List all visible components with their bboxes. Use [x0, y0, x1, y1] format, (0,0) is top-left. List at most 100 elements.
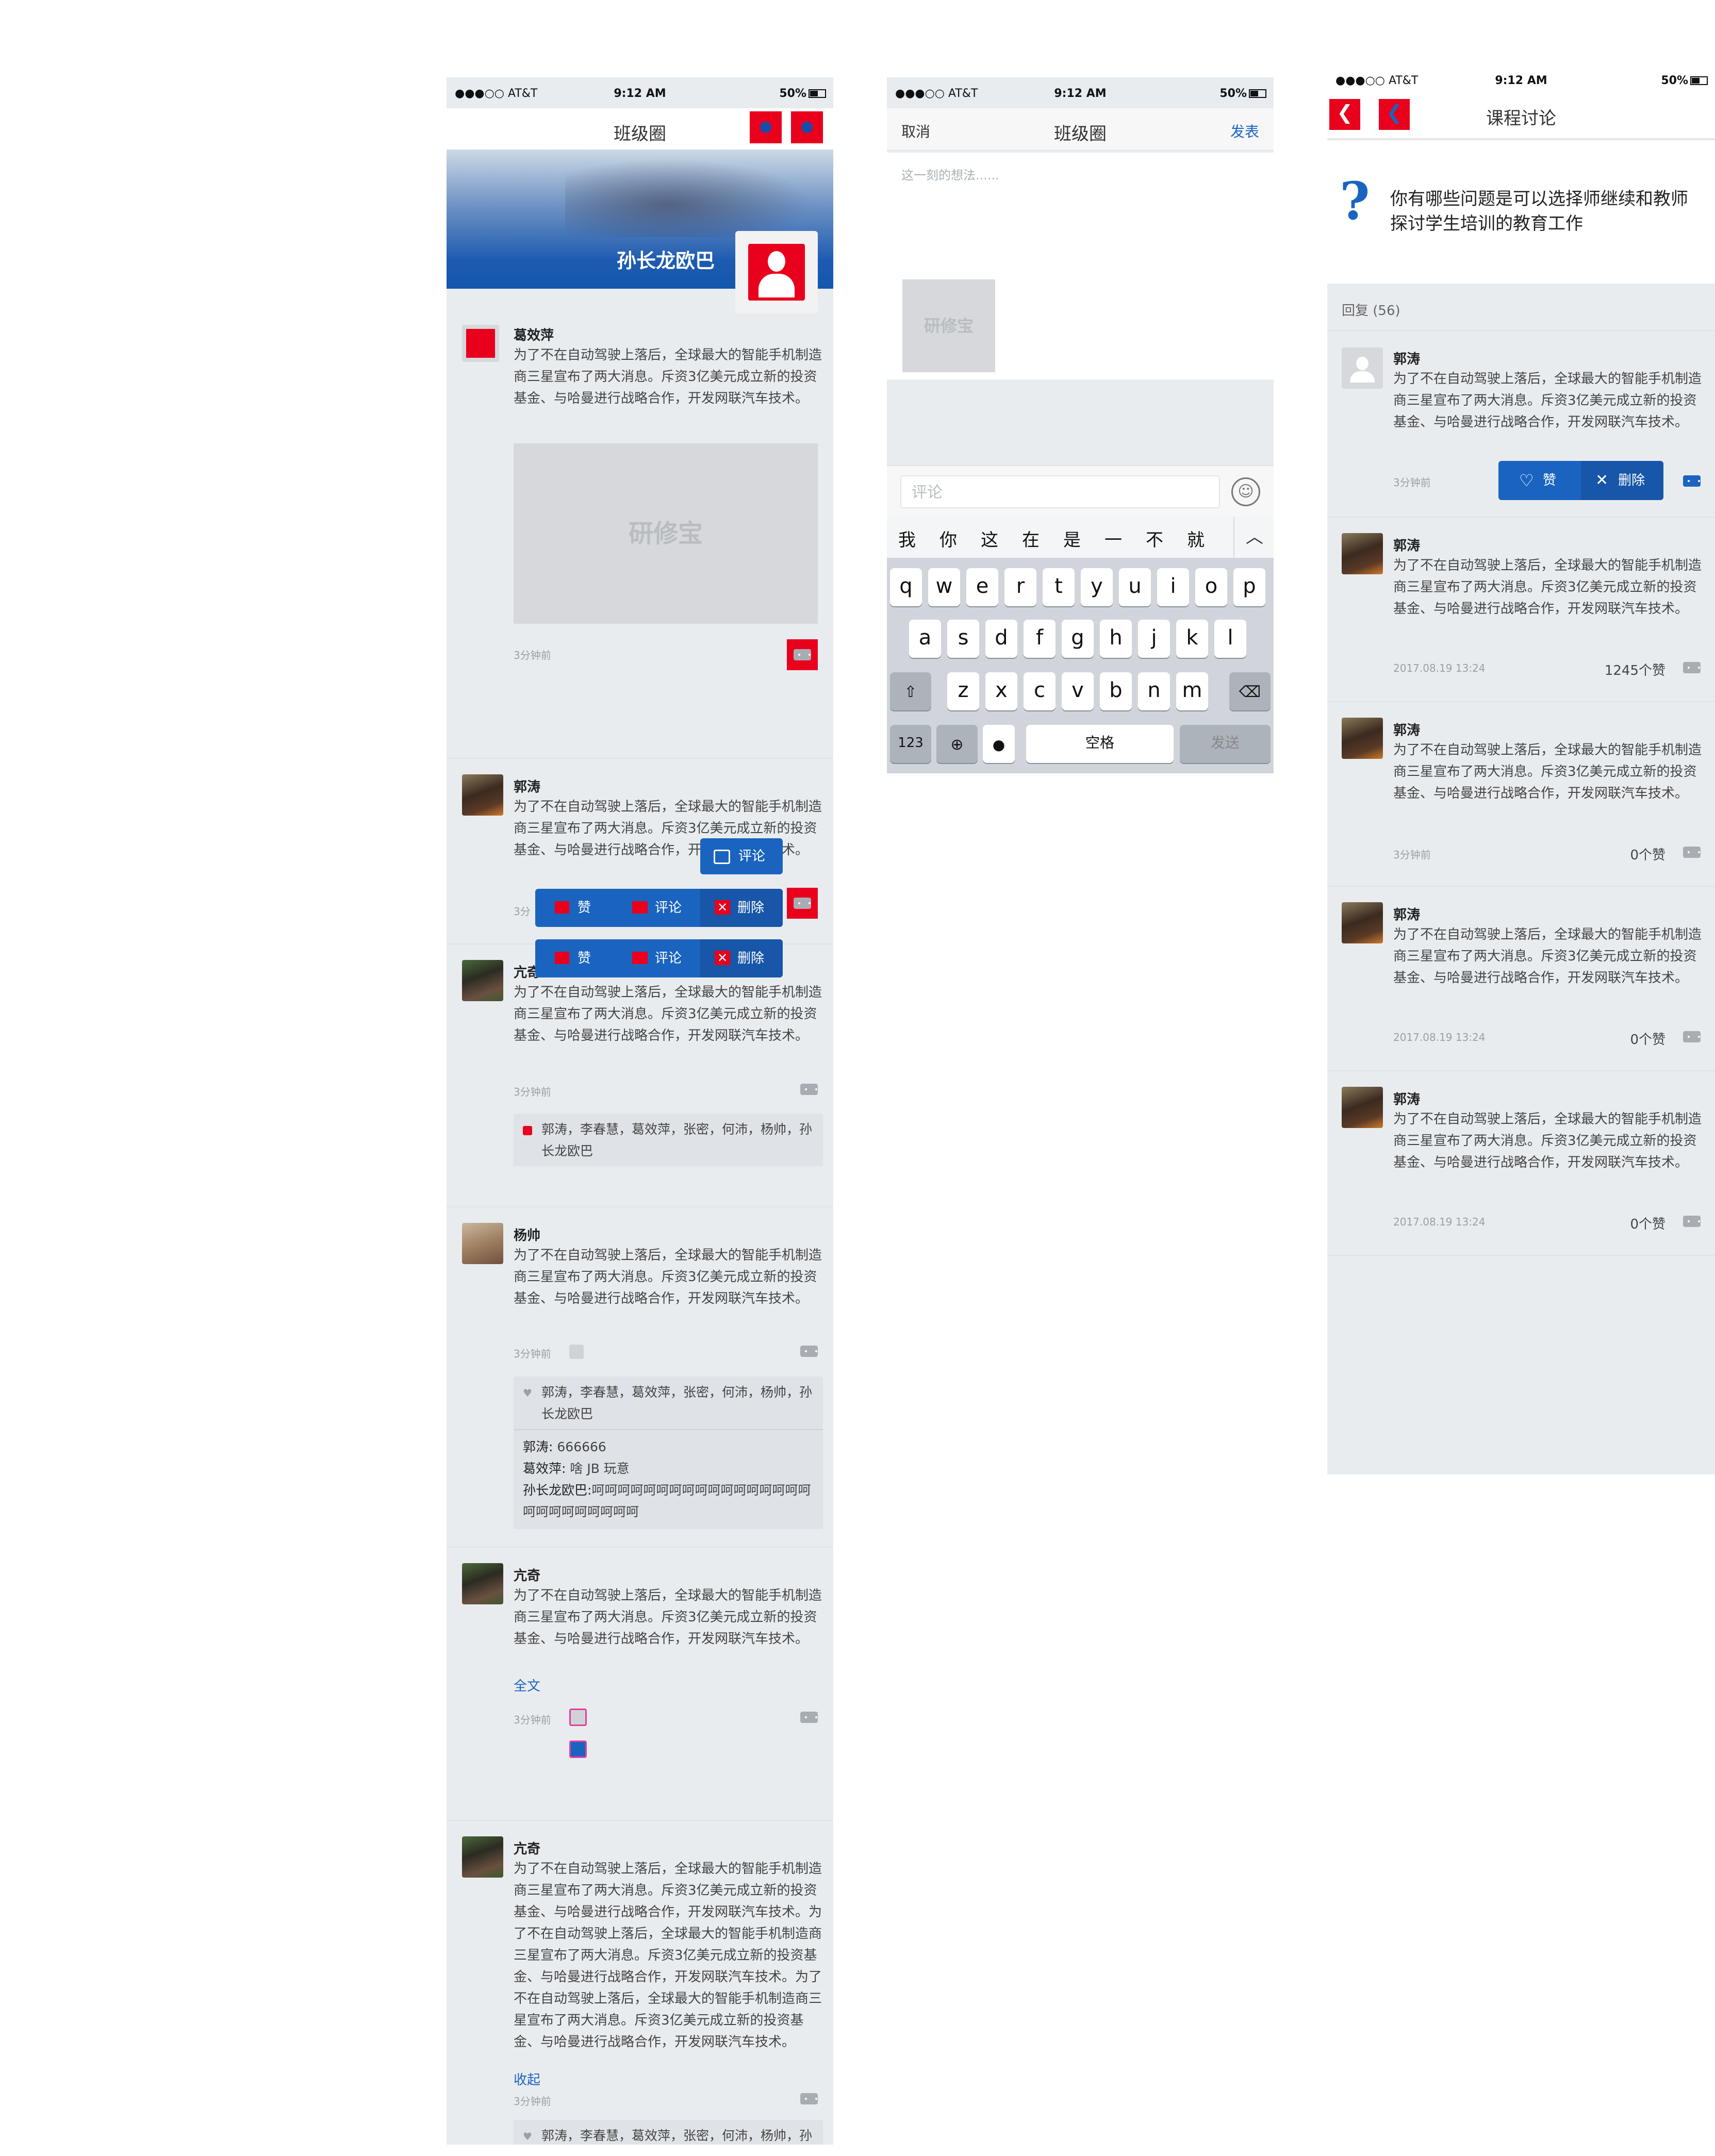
key[interactable]: z [947, 672, 979, 710]
key[interactable]: h [1100, 620, 1132, 658]
candidate[interactable]: 我 [898, 526, 916, 551]
avatar[interactable] [462, 1223, 503, 1264]
key[interactable]: n [1138, 672, 1170, 710]
key[interactable]: t [1043, 568, 1075, 606]
publish-button[interactable]: 发表 [1230, 121, 1259, 141]
comment-button[interactable] [1683, 662, 1701, 673]
comment-button[interactable] [800, 2093, 818, 2104]
emoji-icon[interactable]: ☺ [1231, 477, 1260, 506]
avatar[interactable] [1342, 533, 1383, 574]
avatar[interactable] [1342, 1087, 1383, 1128]
key[interactable]: f [1024, 620, 1056, 658]
candidate[interactable]: 这 [981, 526, 998, 551]
shift-key[interactable]: ⇧ [890, 672, 931, 710]
avatar[interactable] [462, 1563, 503, 1604]
comment-action[interactable]: 评论 [618, 939, 700, 977]
candidate[interactable]: 就 [1187, 526, 1205, 551]
key[interactable]: w [928, 568, 960, 606]
avatar[interactable] [1342, 718, 1383, 759]
key[interactable]: g [1062, 620, 1094, 658]
backspace-key[interactable]: ⌫ [1229, 672, 1271, 710]
avatar[interactable] [462, 774, 503, 816]
post-image[interactable]: 研修宝 [514, 443, 818, 624]
candidate[interactable]: 是 [1063, 526, 1081, 551]
warning-icon[interactable] [569, 1709, 587, 1726]
reply-author[interactable]: 郭涛 [1393, 904, 1420, 923]
thought-input[interactable]: 这一刻的想法...... [901, 165, 999, 183]
comment-action[interactable]: 评论 [618, 889, 700, 927]
reply-author[interactable]: 郭涛 [1393, 720, 1420, 739]
key[interactable]: m [1176, 672, 1208, 710]
chevron-up-icon[interactable]: ︿ [1233, 517, 1274, 558]
key[interactable]: i [1157, 568, 1189, 606]
candidate[interactable]: 你 [939, 526, 957, 551]
comment-popup[interactable]: 评论 [700, 838, 783, 874]
mic-key[interactable]: ● [983, 725, 1015, 763]
key[interactable]: s [947, 620, 979, 658]
like-action[interactable]: 赞 [535, 889, 618, 927]
comment-author[interactable]: 郭涛: [523, 1439, 553, 1454]
candidate[interactable]: 一 [1104, 526, 1122, 551]
key[interactable]: j [1138, 620, 1170, 658]
key[interactable]: v [1062, 672, 1094, 710]
avatar[interactable] [462, 325, 499, 362]
post-author[interactable]: 郭涛 [514, 776, 540, 795]
attached-image[interactable]: 研修宝 [902, 279, 995, 372]
delete-icon[interactable] [569, 1345, 584, 1359]
key[interactable]: b [1100, 672, 1132, 710]
key[interactable]: y [1081, 568, 1113, 606]
comment-button[interactable] [800, 1084, 818, 1095]
comment-button[interactable] [800, 1346, 818, 1357]
delete-action[interactable]: ✕ 删除 [700, 939, 783, 977]
avatar[interactable] [1342, 902, 1383, 943]
comment-toggle-button[interactable] [787, 639, 818, 670]
key[interactable]: x [985, 672, 1017, 710]
space-key[interactable]: 空格 [1026, 725, 1174, 763]
delete-action[interactable]: ✕ 删除 [700, 889, 783, 927]
like-action[interactable]: 赞 [535, 939, 618, 977]
key[interactable]: q [890, 568, 922, 606]
key[interactable]: l [1214, 620, 1246, 658]
reply-author[interactable]: 郭涛 [1393, 349, 1420, 368]
key[interactable]: c [1024, 672, 1056, 710]
key[interactable]: e [966, 568, 998, 606]
comment-button[interactable] [800, 1712, 818, 1723]
avatar[interactable] [462, 960, 503, 1001]
comment-button[interactable] [1683, 475, 1701, 487]
key[interactable]: p [1233, 568, 1265, 606]
send-key[interactable]: 发送 [1180, 725, 1271, 763]
key[interactable]: d [985, 620, 1017, 658]
reply-author[interactable]: 郭涛 [1393, 535, 1420, 554]
globe-key[interactable]: ⊕ [936, 725, 978, 763]
candidate[interactable]: 不 [1146, 526, 1163, 551]
avatar[interactable] [462, 1836, 503, 1878]
like-action[interactable]: ♡ 赞 [1498, 461, 1581, 500]
post-author[interactable]: 亢奇 [514, 1565, 540, 1584]
comment-button[interactable] [1683, 1031, 1701, 1042]
comment-button[interactable] [1683, 1216, 1701, 1227]
comment-button[interactable] [1683, 847, 1701, 858]
reply-author[interactable]: 郭涛 [1393, 1089, 1420, 1108]
delete-action[interactable]: ✕ 删除 [1581, 461, 1663, 500]
numbers-key[interactable]: 123 [890, 725, 931, 763]
post-author[interactable]: 葛效萍 [514, 325, 554, 344]
key[interactable]: o [1195, 568, 1227, 606]
expand-link[interactable]: 全文 [514, 1676, 540, 1695]
key[interactable]: a [909, 620, 941, 658]
key[interactable]: r [1004, 568, 1036, 606]
message-button[interactable] [791, 111, 823, 143]
comment-toggle-button[interactable] [787, 888, 818, 919]
avatar[interactable] [1342, 347, 1383, 389]
action-menu: 赞 评论 ✕ 删除 [535, 889, 783, 927]
collapse-link[interactable]: 收起 [514, 2069, 540, 2088]
comment-input[interactable]: 评论 [900, 475, 1220, 508]
comment-author[interactable]: 葛效萍: [523, 1461, 566, 1476]
banner-avatar[interactable] [735, 231, 818, 313]
key[interactable]: u [1119, 568, 1151, 606]
comment-author[interactable]: 孙长龙欧巴: [523, 1483, 591, 1498]
candidate[interactable]: 在 [1022, 526, 1040, 551]
post-author[interactable]: 杨帅 [514, 1225, 540, 1244]
post-author[interactable]: 亢奇 [514, 1838, 540, 1858]
key[interactable]: k [1176, 620, 1208, 658]
camera-button[interactable] [750, 111, 782, 143]
